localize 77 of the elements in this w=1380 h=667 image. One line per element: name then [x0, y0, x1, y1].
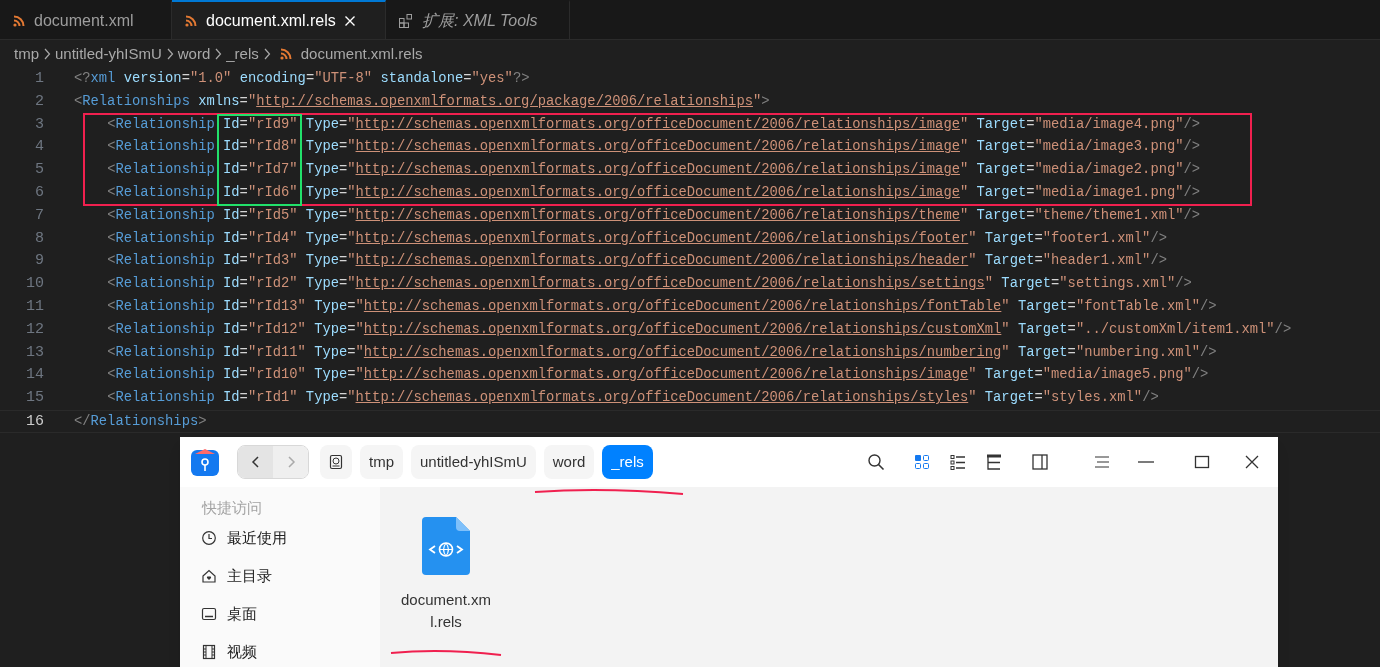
code-line: <Relationship Id="rId3" Type="http://schemas.openxmlformats.org/officeDocument/2006/relationships/header" Target="header1.xml"/>	[106, 252, 1167, 271]
home-icon	[201, 568, 217, 584]
breadcrumb-item[interactable]: document.xml.rels	[300, 42, 423, 66]
code-line: <Relationship Id="rId9" Type="http://schemas.openxmlformats.org/officeDocument/2006/relationships/image" Target="media/image4.png"/>	[106, 115, 1201, 134]
line-number: 14	[25, 365, 44, 386]
editor-tab[interactable]: 扩展: XML Tools	[386, 0, 570, 39]
rss-icon	[184, 13, 198, 28]
side-panel-icon	[1031, 453, 1049, 471]
close-icon[interactable]	[343, 14, 356, 27]
rss-icon	[12, 13, 26, 28]
chevron-icon	[262, 48, 271, 60]
icons-view-icon	[913, 453, 931, 471]
desktop-icon	[201, 606, 217, 622]
code-line: <Relationship Id="rId8" Type="http://schemas.openxmlformats.org/officeDocument/2006/relationships/image" Target="media/image3.png"/>	[106, 138, 1201, 157]
code-line: <Relationship Id="rId4" Type="http://schemas.openxmlformats.org/officeDocument/2006/relationships/footer" Target="footer1.xml"/>	[106, 229, 1167, 248]
path-button[interactable]: untitled-yhISmU	[411, 445, 536, 479]
file-name[interactable]: document.xml.rels	[400, 589, 492, 633]
breadcrumb-item[interactable]: untitled-yhISmU	[55, 42, 162, 66]
code-line: <Relationship Id="rId13" Type="http://schemas.openxmlformats.org/officeDocument/2006/relationships/fontTable" Target="fontTable.xml"/>	[106, 297, 1217, 316]
code-line: <Relationship Id="rId1" Type="http://schemas.openxmlformats.org/officeDocument/2006/relationships/styles" Target="styles.xml"/>	[106, 389, 1159, 408]
chevron-icon	[214, 48, 223, 60]
minimize-icon	[1138, 461, 1154, 463]
code-line: </Relationships>	[74, 412, 207, 431]
code-line: <Relationship Id="rId12" Type="http://schemas.openxmlformats.org/officeDocument/2006/relationships/customXml" Target="../customXml/item1.xml"/>	[106, 320, 1292, 339]
line-number: 13	[25, 342, 44, 363]
chevron-icon	[165, 48, 174, 60]
disk-button[interactable]	[320, 445, 352, 479]
code-line: <Relationship Id="rId6" Type="http://schemas.openxmlformats.org/officeDocument/2006/relationships/image" Target="media/image1.png"/>	[106, 184, 1201, 202]
breadcrumb-item[interactable]: word	[177, 42, 211, 66]
code-line: <?xml version="1.0" encoding="UTF-8" standalone="yes"?>	[74, 70, 530, 88]
code-line: <Relationship Id="rId7" Type="http://schemas.openxmlformats.org/officeDocument/2006/relationships/image" Target="media/image2.png"/>	[106, 161, 1201, 180]
line-number: 1	[34, 69, 44, 89]
extensions-icon	[398, 12, 414, 29]
line-number: 5	[34, 160, 44, 181]
chevron-icon	[43, 48, 51, 60]
code-line: <Relationship Id="rId10" Type="http://schemas.openxmlformats.org/officeDocument/2006/relationships/image" Target="media/image5.png"/>	[106, 366, 1209, 385]
editor-tab[interactable]: document.xml.rels	[172, 0, 386, 39]
path-button[interactable]: word	[543, 445, 595, 479]
clock-icon	[201, 530, 217, 546]
back-button[interactable]	[238, 446, 273, 478]
line-number: 15	[25, 388, 44, 409]
tree-view-icon	[985, 453, 1003, 471]
code-line: <Relationship Id="rId11" Type="http://schemas.openxmlformats.org/officeDocument/2006/relationships/numbering" Target="numbering.xml"/>	[106, 343, 1217, 362]
code-line: <Relationships xmlns="http://schemas.openxmlformats.org/package/2006/relationships">	[74, 92, 770, 111]
line-number: 12	[25, 319, 44, 340]
line-number: 11	[25, 296, 44, 317]
code-line: <Relationship Id="rId2" Type="http://schemas.openxmlformats.org/officeDocument/2006/relationships/settings" Target="settings.xml"/>	[106, 275, 1192, 294]
sidebar-heading: 快捷访问	[200, 498, 263, 518]
line-number: 10	[25, 274, 44, 295]
app-icon	[190, 447, 220, 477]
search-icon	[867, 453, 885, 471]
line-number: 3	[34, 114, 44, 135]
sidebar-item[interactable]: 最近使用	[180, 519, 380, 557]
line-number: 7	[34, 205, 44, 226]
xml-file-icon	[422, 517, 470, 575]
breadcrumb-item[interactable]: tmp	[14, 42, 39, 66]
line-number: 4	[34, 137, 44, 158]
path-button[interactable]: _rels	[602, 445, 653, 479]
menu-icon	[1093, 453, 1111, 471]
close-icon	[1243, 453, 1261, 471]
breadcrumb-item[interactable]: _rels	[226, 42, 259, 66]
path-button[interactable]: tmp	[360, 445, 403, 479]
rss-icon	[278, 47, 293, 61]
code-line: <Relationship Id="rId5" Type="http://schemas.openxmlformats.org/officeDocument/2006/relationships/theme" Target="theme/theme1.xml"/>	[106, 206, 1201, 225]
sidebar-item[interactable]: 视频	[180, 633, 380, 667]
list-view-icon	[949, 453, 967, 471]
film-icon	[201, 644, 217, 660]
line-number: 6	[34, 183, 44, 203]
line-number: 16	[25, 411, 44, 432]
sidebar-item[interactable]: 主目录	[180, 557, 380, 595]
forward-icon	[285, 455, 296, 469]
line-number: 8	[34, 228, 44, 249]
line-number: 2	[34, 91, 44, 112]
maximize-icon	[1193, 453, 1211, 471]
back-icon	[250, 455, 261, 469]
sidebar-item[interactable]: 桌面	[180, 595, 380, 633]
line-number: 9	[34, 251, 44, 272]
